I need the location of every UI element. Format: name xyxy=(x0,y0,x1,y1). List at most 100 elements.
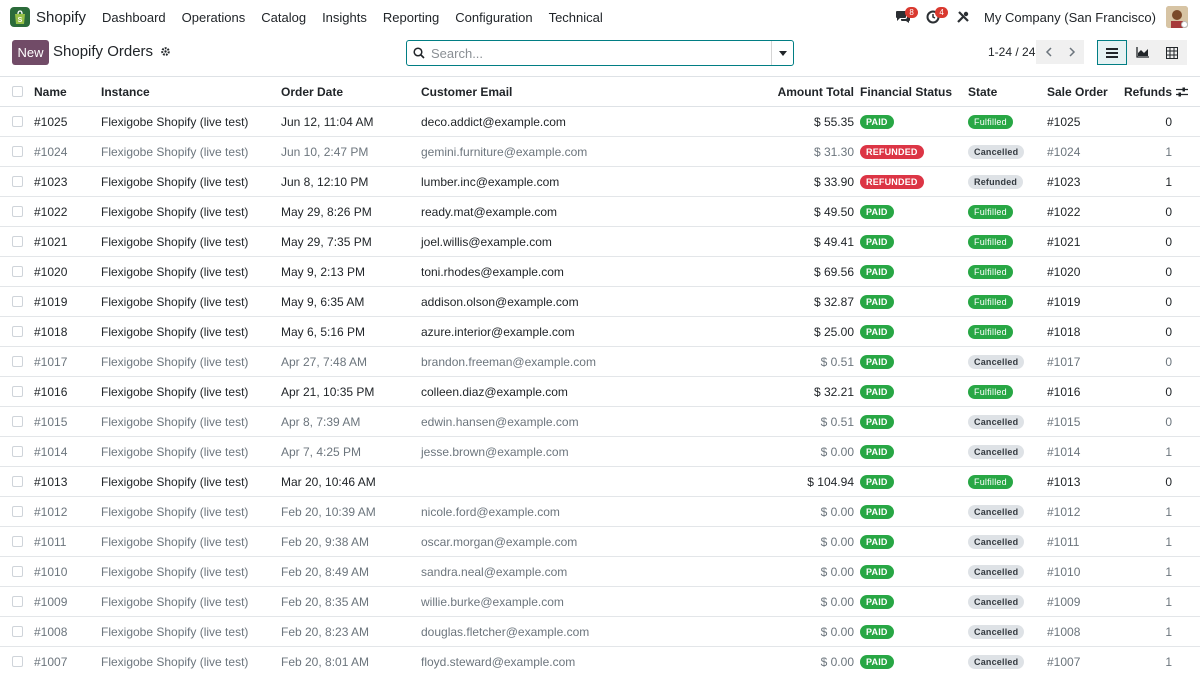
row-checkbox[interactable] xyxy=(12,557,23,586)
row-checkbox[interactable] xyxy=(12,197,23,226)
user-avatar[interactable] xyxy=(1166,6,1188,28)
row-checkbox[interactable] xyxy=(12,137,23,166)
table-row[interactable]: #1024 Flexigobe Shopify (live test) Jun 10… xyxy=(0,137,1200,167)
col-amount-total[interactable]: Amount Total xyxy=(760,77,854,106)
col-sale-order[interactable]: Sale Order xyxy=(1047,77,1108,106)
menu-dashboard[interactable]: Dashboard xyxy=(94,10,174,25)
table-row[interactable]: #1025 Flexigobe Shopify (live test) Jun 12… xyxy=(0,107,1200,137)
row-checkbox[interactable] xyxy=(12,227,23,256)
row-checkbox[interactable] xyxy=(12,467,23,496)
table-row[interactable]: #1011 Flexigobe Shopify (live test) Feb 20… xyxy=(0,527,1200,557)
app-name[interactable]: Shopify xyxy=(36,9,86,26)
row-checkbox[interactable] xyxy=(12,377,23,406)
table-row[interactable]: #1023 Flexigobe Shopify (live test) Jun 8,… xyxy=(0,167,1200,197)
row-checkbox[interactable] xyxy=(12,587,23,616)
company-switcher[interactable]: My Company (San Francisco) xyxy=(984,10,1156,25)
row-checkbox[interactable] xyxy=(12,287,23,316)
row-checkbox[interactable] xyxy=(12,317,23,346)
table-row[interactable]: #1008 Flexigobe Shopify (live test) Feb 20… xyxy=(0,617,1200,647)
table-row[interactable]: #1017 Flexigobe Shopify (live test) Apr 27… xyxy=(0,347,1200,377)
order-name: #1016 xyxy=(34,384,68,399)
instance-cell: Flexigobe Shopify (live test) xyxy=(101,474,249,489)
row-checkbox[interactable] xyxy=(12,437,23,466)
table-row[interactable]: #1019 Flexigobe Shopify (live test) May 9,… xyxy=(0,287,1200,317)
messages-button[interactable]: 8 xyxy=(888,0,919,34)
financial-status-badge: PAID xyxy=(860,324,894,339)
order-date-cell: May 29, 7:35 PM xyxy=(281,234,372,249)
list-view-button[interactable] xyxy=(1097,40,1127,65)
search-input[interactable] xyxy=(431,45,771,61)
pager-previous-button[interactable] xyxy=(1036,40,1060,64)
order-date-cell: Feb 20, 8:23 AM xyxy=(281,624,370,639)
amount-total-cell: $ 32.21 xyxy=(813,384,854,399)
order-name: #1015 xyxy=(34,414,68,429)
pager-next-button[interactable] xyxy=(1060,40,1084,64)
financial-status-cell: REFUNDED xyxy=(860,137,924,166)
table-row[interactable]: #1021 Flexigobe Shopify (live test) May 29… xyxy=(0,227,1200,257)
customer-email-cell: willie.burke@example.com xyxy=(421,594,564,609)
row-checkbox[interactable] xyxy=(12,407,23,436)
customer-email-cell: nicole.ford@example.com xyxy=(421,504,560,519)
new-button[interactable]: New xyxy=(12,40,49,65)
row-checkbox[interactable] xyxy=(12,347,23,376)
select-all-checkbox[interactable] xyxy=(12,77,23,106)
col-customer-email[interactable]: Customer Email xyxy=(421,77,512,106)
row-checkbox[interactable] xyxy=(12,257,23,286)
refunds-cell: 0 xyxy=(1165,204,1172,219)
amount-total-cell: $ 0.00 xyxy=(820,534,854,549)
table-row[interactable]: #1014 Flexigobe Shopify (live test) Apr 7,… xyxy=(0,437,1200,467)
amount-total-cell: $ 32.87 xyxy=(813,294,854,309)
table-row[interactable]: #1012 Flexigobe Shopify (live test) Feb 20… xyxy=(0,497,1200,527)
table-row[interactable]: #1015 Flexigobe Shopify (live test) Apr 8,… xyxy=(0,407,1200,437)
amount-total-cell: $ 33.90 xyxy=(813,174,854,189)
pivot-view-button[interactable] xyxy=(1157,40,1187,65)
state-badge: Fulfilled xyxy=(968,234,1013,249)
table-row[interactable]: #1018 Flexigobe Shopify (live test) May 6,… xyxy=(0,317,1200,347)
amount-total-cell: $ 0.51 xyxy=(820,414,854,429)
debug-tools-button[interactable] xyxy=(948,0,978,34)
table-row[interactable]: #1013 Flexigobe Shopify (live test) Mar 20… xyxy=(0,467,1200,497)
state-cell: Fulfilled xyxy=(968,257,1013,286)
amount-total-cell: $ 0.00 xyxy=(820,504,854,519)
search-options-toggle[interactable] xyxy=(771,41,793,65)
col-financial-status[interactable]: Financial Status xyxy=(860,77,952,106)
shopify-bag-icon[interactable]: S xyxy=(10,7,30,27)
menu-reporting[interactable]: Reporting xyxy=(375,10,447,25)
graph-view-button[interactable] xyxy=(1127,40,1157,65)
state-cell: Fulfilled xyxy=(968,107,1013,136)
row-checkbox[interactable] xyxy=(12,527,23,556)
row-checkbox[interactable] xyxy=(12,617,23,646)
col-order-date[interactable]: Order Date xyxy=(281,77,343,106)
table-row[interactable]: #1022 Flexigobe Shopify (live test) May 29… xyxy=(0,197,1200,227)
sale-order-cell: #1023 xyxy=(1047,174,1081,189)
optional-columns-icon[interactable] xyxy=(1176,77,1188,106)
pager-value[interactable]: 1-24 / 24 xyxy=(988,45,1035,59)
order-name: #1021 xyxy=(34,234,68,249)
state-cell: Cancelled xyxy=(968,137,1025,166)
table-row[interactable]: #1009 Flexigobe Shopify (live test) Feb 20… xyxy=(0,587,1200,617)
menu-operations[interactable]: Operations xyxy=(174,10,254,25)
col-refunds[interactable]: Refunds xyxy=(1120,77,1172,106)
col-state[interactable]: State xyxy=(968,77,997,106)
row-checkbox[interactable] xyxy=(12,167,23,196)
financial-status-cell: PAID xyxy=(860,257,894,286)
col-name[interactable]: Name xyxy=(34,77,67,106)
col-instance[interactable]: Instance xyxy=(101,77,150,106)
menu-technical[interactable]: Technical xyxy=(541,10,611,25)
activity-button[interactable]: 4 xyxy=(918,0,949,34)
row-checkbox[interactable] xyxy=(12,497,23,526)
table-row[interactable]: #1007 Flexigobe Shopify (live test) Feb 20… xyxy=(0,647,1200,675)
row-checkbox[interactable] xyxy=(12,647,23,675)
gear-icon[interactable] xyxy=(160,46,171,57)
order-name: #1025 xyxy=(34,114,68,129)
refunds-cell: 0 xyxy=(1165,414,1172,429)
table-row[interactable]: #1016 Flexigobe Shopify (live test) Apr 21… xyxy=(0,377,1200,407)
financial-status-cell: PAID xyxy=(860,287,894,316)
menu-insights[interactable]: Insights xyxy=(314,10,375,25)
table-row[interactable]: #1010 Flexigobe Shopify (live test) Feb 20… xyxy=(0,557,1200,587)
order-name: #1010 xyxy=(34,564,68,579)
table-row[interactable]: #1020 Flexigobe Shopify (live test) May 9,… xyxy=(0,257,1200,287)
menu-configuration[interactable]: Configuration xyxy=(447,10,540,25)
row-checkbox[interactable] xyxy=(12,107,23,136)
menu-catalog[interactable]: Catalog xyxy=(253,10,314,25)
